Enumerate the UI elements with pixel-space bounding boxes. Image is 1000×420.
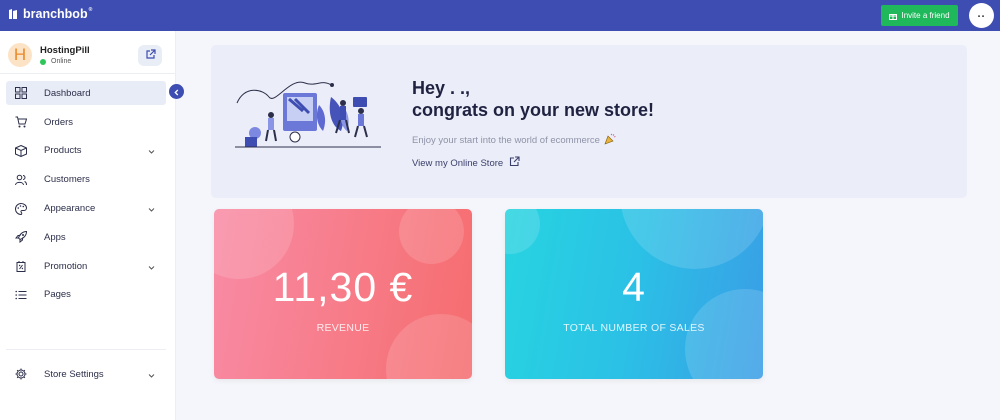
external-link-icon: [509, 156, 520, 170]
chevron-down-icon: [148, 371, 155, 378]
sidebar-divider: [6, 349, 166, 350]
sidebar-item-label: Pages: [44, 289, 71, 301]
sidebar-item-label: Promotion: [44, 260, 88, 272]
gift-icon: [889, 12, 898, 20]
sidebar-item-orders[interactable]: Orders: [0, 108, 176, 137]
sales-card[interactable]: 4 TOTAL NUMBER OF SALES: [505, 209, 763, 379]
sidebar-item-apps[interactable]: Apps: [0, 223, 176, 252]
store-status-label: Online: [51, 58, 72, 65]
store-header: H HostingPill Online: [0, 31, 176, 74]
cart-icon: [15, 116, 27, 128]
invite-friend-label: Invite a friend: [901, 11, 950, 20]
chevron-left-icon: [173, 83, 180, 101]
decorative-bubble: [399, 209, 464, 264]
sidebar-item-label: Customers: [44, 174, 90, 186]
sidebar-item-products[interactable]: Products: [0, 137, 176, 166]
sidebar-item-label: Orders: [44, 116, 74, 128]
welcome-greeting: Hey . .,: [412, 78, 471, 98]
store-illustration: [235, 75, 383, 150]
external-link-icon: [145, 47, 156, 65]
welcome-banner: Hey . ., congrats on your new store! Enj…: [211, 45, 967, 198]
chevron-down-icon: [148, 147, 155, 155]
store-name: HostingPill: [40, 45, 90, 56]
welcome-subtitle: Enjoy your start into the world of ecomm…: [412, 133, 616, 148]
sidebar-item-label: Dashboard: [44, 87, 91, 99]
chevron-down-icon: [148, 205, 155, 212]
grid-icon: [15, 87, 27, 99]
revenue-label: REVENUE: [316, 322, 370, 334]
open-store-button[interactable]: [138, 45, 162, 66]
online-status-dot: [40, 58, 46, 65]
rocket-icon: [15, 231, 27, 244]
logo-trademark: ®: [88, 7, 93, 13]
store-avatar[interactable]: H: [8, 43, 32, 67]
view-online-store-link[interactable]: View my Online Store: [412, 156, 520, 170]
store-status: Online: [40, 58, 71, 65]
sales-count-label: TOTAL NUMBER OF SALES: [563, 322, 705, 334]
sidebar: H HostingPill Online Dashboard Orders Pr…: [0, 31, 176, 420]
palette-icon: [15, 202, 27, 215]
decorative-bubble: [505, 209, 540, 254]
branchbob-logo[interactable]: branchbob ®: [8, 7, 92, 21]
box-icon: [15, 144, 27, 157]
sidebar-item-label: Products: [44, 145, 82, 157]
logo-icon: [8, 8, 19, 20]
sidebar-item-pages[interactable]: Pages: [0, 281, 176, 310]
gear-icon: [15, 368, 27, 380]
sidebar-item-label: Store Settings: [44, 368, 104, 380]
invite-friend-button[interactable]: Invite a friend: [881, 5, 958, 26]
welcome-subtitle-text: Enjoy your start into the world of ecomm…: [412, 135, 600, 146]
welcome-title: congrats on your new store!: [412, 100, 655, 120]
revenue-card[interactable]: 11,30 € REVENUE: [214, 209, 472, 379]
sidebar-item-store-settings[interactable]: Store Settings: [0, 360, 176, 389]
sidebar-item-dashboard[interactable]: Dashboard: [6, 81, 166, 105]
users-icon: [15, 174, 27, 186]
top-bar: branchbob ® Invite a friend ..: [0, 0, 1000, 31]
sidebar-item-label: Appearance: [44, 203, 96, 215]
sidebar-item-customers[interactable]: Customers: [0, 165, 176, 194]
decorative-bubble: [620, 209, 763, 269]
sidebar-nav: Dashboard Orders Products Customers Appe…: [0, 79, 176, 309]
list-icon: [15, 289, 27, 301]
chevron-down-icon: [148, 263, 155, 270]
collapse-sidebar-button[interactable]: [169, 84, 184, 99]
sales-count-value: 4: [622, 264, 646, 310]
sidebar-item-label: Apps: [44, 231, 66, 243]
promo-icon: [15, 260, 27, 273]
sidebar-item-appearance[interactable]: Appearance: [0, 194, 176, 223]
party-popper-icon: [604, 133, 616, 148]
sidebar-item-promotion[interactable]: Promotion: [0, 252, 176, 281]
logo-text: branchbob: [23, 7, 88, 21]
view-online-store-label: View my Online Store: [412, 157, 504, 169]
revenue-value: 11,30 €: [272, 264, 414, 310]
profile-menu-button[interactable]: ..: [969, 3, 994, 28]
